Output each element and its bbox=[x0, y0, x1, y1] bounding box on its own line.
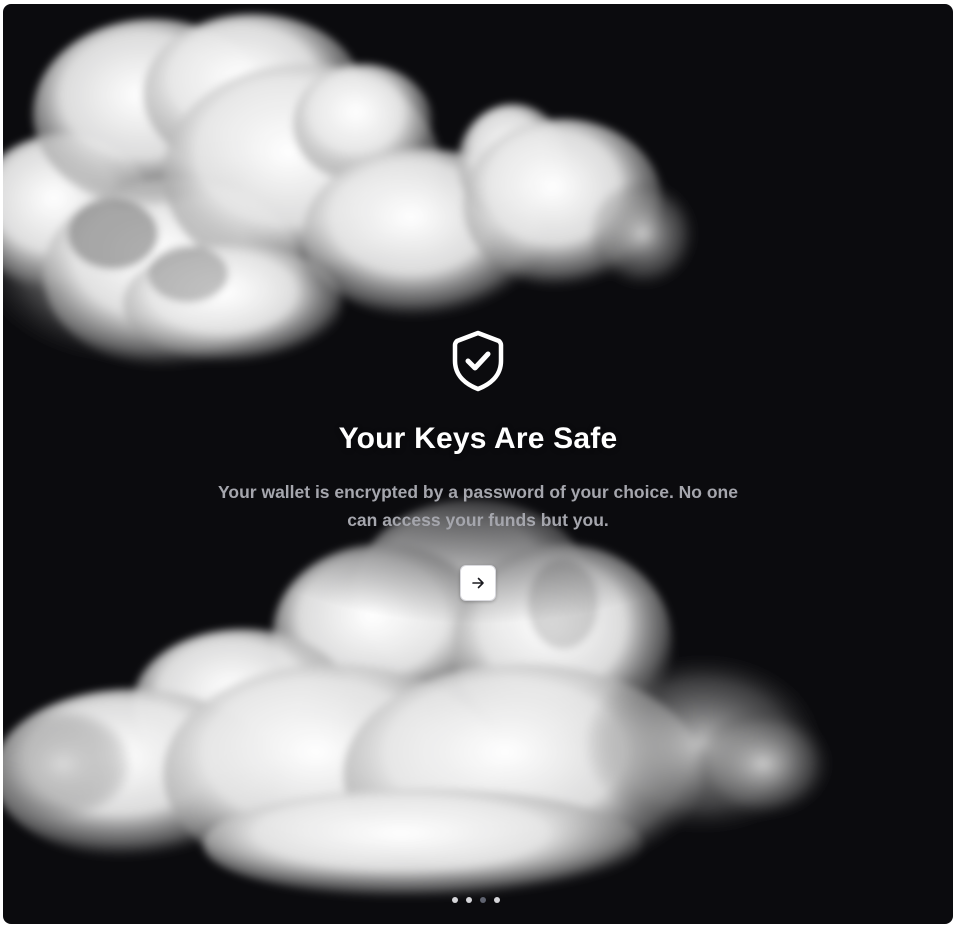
onboarding-panel: Your Keys Are Safe Your wallet is encryp… bbox=[3, 4, 953, 924]
pagination-dots bbox=[452, 897, 500, 905]
onboarding-content: Your Keys Are Safe Your wallet is encryp… bbox=[3, 4, 953, 924]
page-description: Your wallet is encrypted by a password o… bbox=[218, 482, 738, 530]
page-title: Your Keys Are Safe bbox=[338, 422, 618, 455]
pagination-dot-1[interactable] bbox=[452, 897, 458, 903]
pagination-dot-4[interactable] bbox=[494, 897, 500, 903]
next-button[interactable] bbox=[460, 565, 496, 601]
shield-check-icon bbox=[452, 330, 504, 392]
pagination-dot-2[interactable] bbox=[466, 897, 472, 903]
arrow-right-icon bbox=[472, 577, 484, 589]
pagination-dot-3[interactable] bbox=[480, 897, 486, 903]
